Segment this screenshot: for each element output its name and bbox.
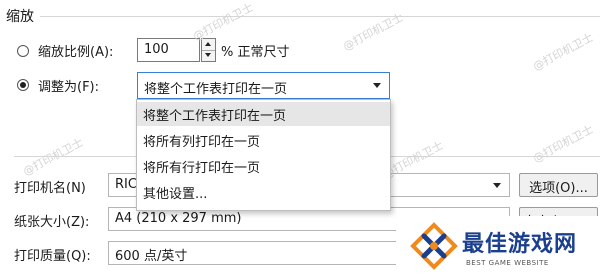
fit-option-whole-sheet[interactable]: 将整个工作表打印在一页 xyxy=(137,102,390,126)
options-button[interactable]: 选项(O)... xyxy=(519,173,598,197)
paper-size-label: 纸张大小(Z): xyxy=(14,215,90,230)
printer-name-value: RIC xyxy=(115,177,137,192)
section-title-scaling: 缩放 xyxy=(6,9,34,25)
logo-icon xyxy=(410,222,458,270)
print-quality-select[interactable]: 600 点/英寸 xyxy=(108,241,408,265)
chevron-down-icon xyxy=(373,83,381,88)
fit-to-label: 调整为(F): xyxy=(38,80,100,95)
watermark-text: @打印机卫士 xyxy=(190,0,256,44)
print-quality-label: 打印质量(Q): xyxy=(14,249,91,264)
logo-title: 最佳游戏网 xyxy=(462,232,578,257)
fit-to-select[interactable]: 将整个工作表打印在一页 xyxy=(137,72,390,99)
radio-fit-to[interactable] xyxy=(17,79,29,91)
scale-percent-spinner[interactable] xyxy=(201,38,216,62)
percent-suffix-label: % 正常尺寸 xyxy=(221,45,290,60)
fit-option-all-columns[interactable]: 将所有列打印在一页 xyxy=(137,128,390,152)
arrow-up-icon xyxy=(205,42,211,46)
paper-size-value: A4 (210 x 297 mm) xyxy=(115,211,242,226)
arrow-down-icon xyxy=(205,53,211,57)
section-divider xyxy=(40,16,600,17)
radio-scale-percent[interactable] xyxy=(17,45,29,57)
fit-option-other-settings[interactable]: 其他设置... xyxy=(137,180,390,204)
printer-name-label: 打印机名(N) xyxy=(14,181,86,196)
logo-subtitle: BEST GAME WEBSITE xyxy=(466,259,549,267)
fit-option-all-rows[interactable]: 将所有行打印在一页 xyxy=(137,154,390,178)
print-quality-value: 600 点/英寸 xyxy=(115,249,188,264)
fit-to-selected-value: 将整个工作表打印在一页 xyxy=(144,82,288,97)
chevron-down-icon xyxy=(493,183,501,188)
spinner-down-button[interactable] xyxy=(202,50,215,61)
watermark-text: @打印机卫士 xyxy=(530,30,596,74)
watermark-text: @打印机卫士 xyxy=(530,122,596,166)
scale-percent-label: 缩放比例(A): xyxy=(38,45,114,60)
scale-percent-input[interactable]: 100 xyxy=(137,38,200,62)
fit-to-dropdown-menu: 将整个工作表打印在一页 将所有列打印在一页 将所有行打印在一页 其他设置... xyxy=(136,99,391,211)
